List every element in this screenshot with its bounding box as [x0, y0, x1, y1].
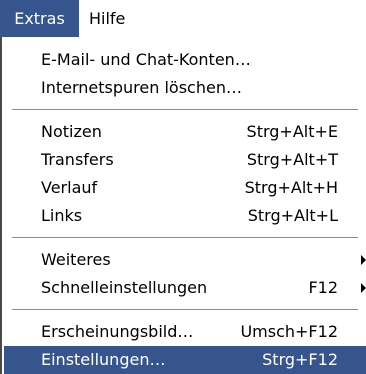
menu-item-more[interactable]: Weiteres: [4, 246, 366, 274]
menu-item-shortcut: Strg+F12: [262, 350, 338, 369]
menu-separator: [12, 237, 358, 239]
submenu-arrow-icon: [361, 255, 366, 265]
menubar-extras[interactable]: Extras: [0, 0, 79, 37]
menubar-hilfe[interactable]: Hilfe: [89, 0, 125, 37]
menu-item-clear-internet-traces[interactable]: Internetspuren löschen…: [4, 74, 366, 102]
menu-item-preferences[interactable]: Einstellungen… Strg+F12: [4, 346, 366, 374]
extras-menu: E-Mail- und Chat-Konten… Internetspuren …: [0, 37, 366, 374]
menu-item-label: Schnelleinstellungen: [41, 278, 208, 297]
menu-item-label: Erscheinungsbild…: [41, 322, 194, 341]
submenu-arrow-icon: [361, 283, 366, 293]
menu-item-shortcut: Strg+Alt+E: [246, 122, 338, 141]
menu-item-label: E-Mail- und Chat-Konten…: [41, 50, 251, 69]
menu-item-transfers[interactable]: Transfers Strg+Alt+T: [4, 146, 366, 174]
menu-item-shortcut: Strg+Alt+H: [244, 178, 338, 197]
menu-item-appearance[interactable]: Erscheinungsbild… Umsch+F12: [4, 318, 366, 346]
menu-item-email-chat-accounts[interactable]: E-Mail- und Chat-Konten…: [4, 46, 366, 74]
menu-item-shortcut: F12: [308, 278, 338, 297]
menu-item-history[interactable]: Verlauf Strg+Alt+H: [4, 174, 366, 202]
menu-item-shortcut: Strg+Alt+L: [247, 206, 338, 225]
menu-item-label: Notizen: [41, 122, 102, 141]
menu-item-shortcut: Umsch+F12: [240, 322, 338, 341]
menu-separator: [12, 309, 358, 311]
menu-item-label: Verlauf: [41, 178, 98, 197]
menu-item-quick-settings[interactable]: Schnelleinstellungen F12: [4, 274, 366, 302]
menu-item-label: Internetspuren löschen…: [41, 78, 242, 97]
menu-item-notes[interactable]: Notizen Strg+Alt+E: [4, 118, 366, 146]
menu-bar: Extras Hilfe: [0, 0, 366, 37]
menu-item-label: Links: [41, 206, 83, 225]
menu-item-label: Transfers: [41, 150, 114, 169]
menu-separator: [12, 109, 358, 111]
menu-item-label: Einstellungen…: [41, 350, 166, 369]
menu-item-shortcut: Strg+Alt+T: [246, 150, 338, 169]
menu-item-label: Weiteres: [41, 250, 111, 269]
menu-item-links[interactable]: Links Strg+Alt+L: [4, 202, 366, 230]
